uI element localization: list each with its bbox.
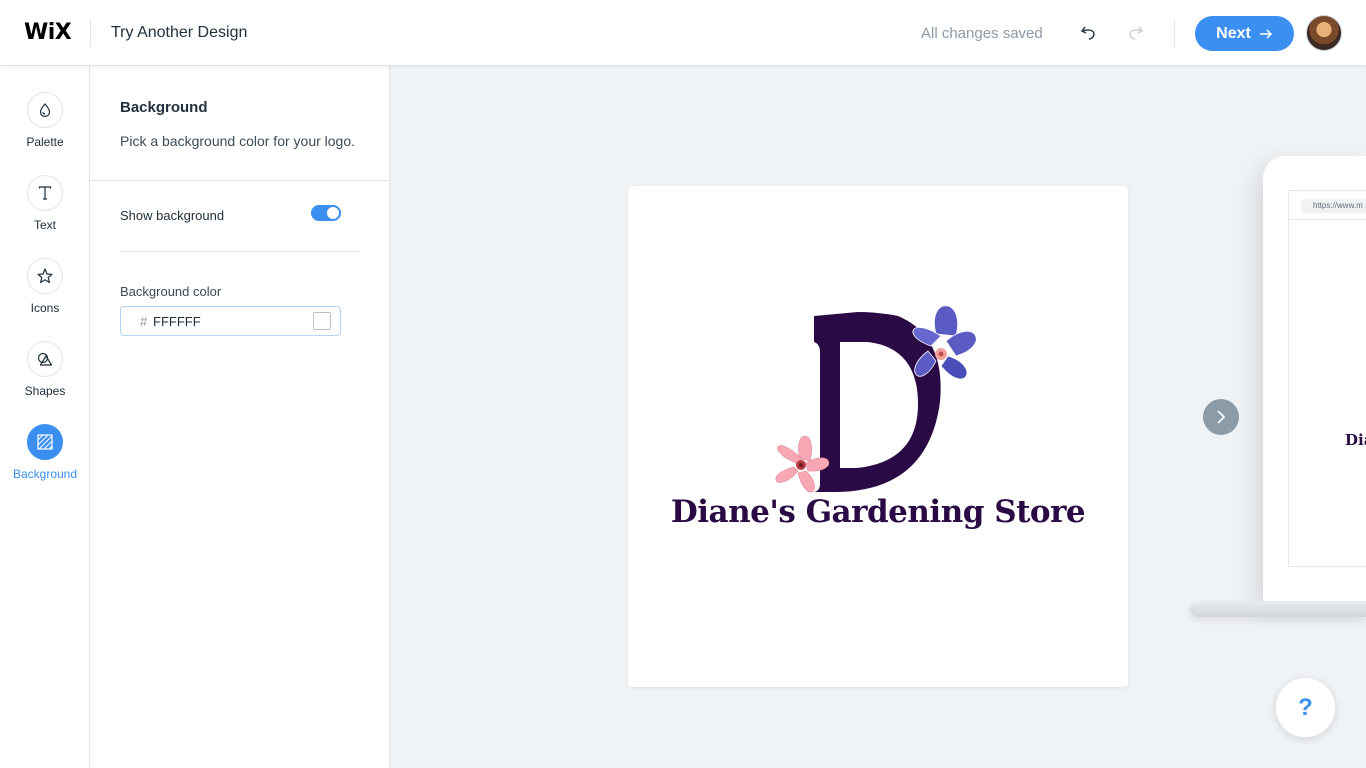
undo-button[interactable] [1077,21,1101,45]
star-icon [37,268,53,284]
arrow-right-icon [1259,28,1272,39]
hash-symbol: # [140,314,148,329]
rail-item-text[interactable]: Text [0,175,90,232]
text-icon [38,186,52,200]
header-divider-right [1174,19,1175,47]
next-button[interactable]: Next [1195,16,1294,51]
header-divider [90,19,91,47]
panel-description: Pick a background color for your logo. [120,133,356,149]
palette-icon [39,103,51,118]
redo-button[interactable] [1123,21,1147,45]
tool-rail: Palette Text Icons Shapes Background [0,66,90,768]
rail-item-background[interactable]: Background [0,424,90,481]
blue-flower [912,305,977,380]
rail-label-icons: Icons [30,301,60,315]
undo-icon [1080,26,1095,40]
rail-circle-icons [27,258,63,294]
background-color-field[interactable]: # [120,306,341,336]
panel-title: Background [120,99,208,116]
chevron-right-icon [1217,410,1226,424]
background-panel: Background Pick a background color for y… [90,66,390,768]
carousel-next-button[interactable] [1203,399,1239,435]
laptop-mockup[interactable]: https://www.m Dia [1263,156,1366,602]
laptop-url-bar: https://www.m [1301,199,1366,213]
help-button[interactable]: ? [1275,677,1336,738]
rail-item-palette[interactable]: Palette [0,92,90,149]
panel-divider [90,180,389,181]
logo-business-name: Diane's Gardening Store [670,494,1086,530]
laptop-base [1190,601,1366,617]
shapes-icon [37,352,53,366]
background-color-label: Background color [120,284,222,299]
show-background-label: Show background [120,208,225,223]
background-icon [37,434,53,450]
logo-graphic [775,305,977,493]
rail-label-shapes: Shapes [24,384,66,398]
top-bar: WiX Try Another Design All changes saved… [0,0,1366,66]
rail-item-shapes[interactable]: Shapes [0,341,90,398]
laptop-toolbar-line [1289,219,1366,220]
laptop-screen: https://www.m Dia [1288,190,1366,567]
user-avatar[interactable] [1306,15,1342,51]
rail-circle-palette [27,92,63,128]
rail-label-text: Text [33,218,56,232]
show-background-toggle[interactable] [311,205,341,221]
save-status: All changes saved [921,25,1043,42]
laptop-logo-text: Dia [1345,431,1366,449]
color-swatch[interactable] [313,312,331,330]
rail-circle-text [27,175,63,211]
rail-circle-background [27,424,63,460]
wix-logo[interactable]: WiX [24,20,72,45]
rail-label-background: Background [12,467,78,481]
page-title: Try Another Design [111,24,248,41]
background-color-input[interactable] [153,312,303,330]
panel-divider-2 [120,251,360,252]
next-button-label: Next [1216,24,1251,42]
rail-label-palette: Palette [26,135,64,149]
rail-circle-shapes [27,341,63,377]
logo-preview-card[interactable]: Diane's Gardening Store [628,186,1128,687]
redo-icon [1129,26,1144,40]
rail-item-icons[interactable]: Icons [0,258,90,315]
